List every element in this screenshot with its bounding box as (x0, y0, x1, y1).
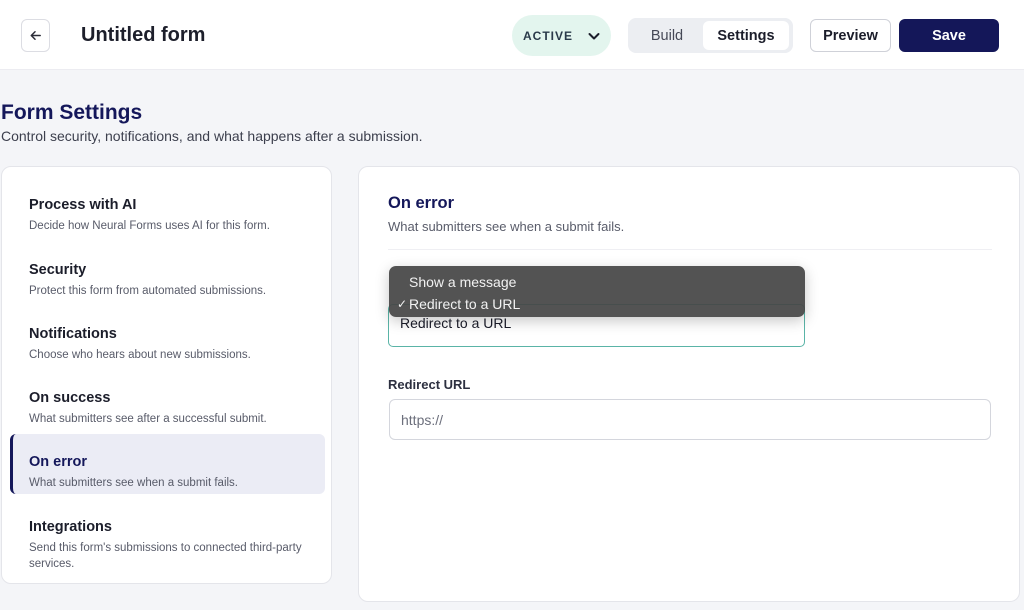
check-icon: ✓ (397, 297, 408, 311)
sidebar-item-title: Integrations (29, 519, 112, 535)
sidebar-item-title: On error (29, 454, 88, 470)
option-label: Redirect to a URL (409, 296, 521, 312)
tab-settings[interactable]: Settings (703, 21, 789, 50)
sidebar-item-description: Send this form's submissions to connecte… (29, 542, 302, 570)
sidebar-item-title: On success (29, 390, 111, 406)
save-button[interactable]: Save (899, 19, 999, 52)
chevron-down-icon (588, 33, 600, 40)
redirect-url-input[interactable] (389, 399, 991, 440)
page-subtitle: Control security, notifications, and wha… (1, 128, 423, 144)
tab-build[interactable]: Build (632, 21, 702, 50)
sidebar-item-process-with-ai[interactable]: Process with AI Decide how Neural Forms … (10, 177, 325, 237)
sidebar-item-description: Choose who hears about new submissions. (29, 349, 251, 361)
redirect-url-label: Redirect URL (388, 377, 471, 392)
sidebar-item-title: Process with AI (29, 197, 137, 213)
sidebar-item-notifications[interactable]: Notifications Choose who hears about new… (10, 306, 325, 366)
top-bar: Untitled form ACTIVE Build Settings Prev… (0, 0, 1024, 70)
sidebar-item-integrations[interactable]: Integrations Send this form's submission… (10, 499, 325, 570)
status-dropdown[interactable]: ACTIVE (512, 15, 611, 56)
sidebar-item-on-success[interactable]: On success What submitters see after a s… (10, 370, 325, 430)
back-button[interactable] (21, 19, 50, 52)
option-label: Show a message (409, 274, 517, 290)
settings-sidebar: Process with AI Decide how Neural Forms … (1, 166, 332, 584)
form-title[interactable]: Untitled form (81, 24, 205, 47)
sidebar-item-description: What submitters see when a submit fails. (29, 477, 238, 489)
sidebar-item-title: Notifications (29, 326, 117, 342)
dropdown-option-show-message[interactable]: Show a message (389, 271, 805, 293)
dropdown-option-redirect-url[interactable]: ✓ Redirect to a URL (389, 293, 805, 315)
arrow-left-icon (30, 31, 41, 40)
error-action-dropdown-menu: Show a message ✓ Redirect to a URL (389, 266, 805, 317)
sidebar-item-security[interactable]: Security Protect this form from automate… (10, 242, 325, 302)
sidebar-item-title: Security (29, 262, 87, 278)
section-title: On error (388, 194, 455, 212)
sidebar-item-description: Decide how Neural Forms uses AI for this… (29, 220, 270, 232)
page-title: Form Settings (1, 101, 143, 124)
preview-button[interactable]: Preview (810, 19, 891, 52)
view-switcher: Build Settings (628, 18, 793, 53)
sidebar-item-description: Protect this form from automated submiss… (29, 285, 267, 297)
settings-panel: On error What submitters see when a subm… (358, 166, 1020, 602)
sidebar-item-description: What submitters see after a successful s… (29, 413, 267, 425)
status-label: ACTIVE (523, 28, 574, 43)
sidebar-item-on-error[interactable]: On error What submitters see when a subm… (10, 434, 325, 494)
section-description: What submitters see when a submit fails. (388, 219, 625, 234)
divider (388, 249, 992, 250)
